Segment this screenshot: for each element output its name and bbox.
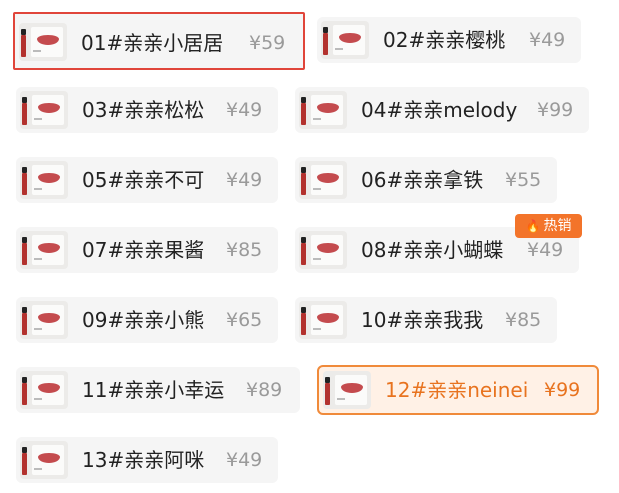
hot-sale-badge: 🔥 热销 bbox=[515, 214, 582, 238]
hot-sale-label: 热销 bbox=[543, 218, 572, 234]
variant-option-06[interactable]: 06#亲亲拿铁 ¥55 bbox=[295, 157, 557, 203]
product-thumbnail bbox=[321, 21, 369, 59]
product-thumbnail bbox=[299, 161, 347, 199]
product-thumbnail bbox=[20, 91, 68, 129]
product-thumbnail bbox=[299, 301, 347, 339]
variant-label: 06#亲亲拿铁 bbox=[361, 168, 484, 192]
variant-option-01[interactable]: 01#亲亲小居居 ¥59 bbox=[13, 12, 305, 70]
flame-icon: 🔥 bbox=[525, 219, 541, 233]
variant-label: 04#亲亲melody bbox=[361, 98, 518, 122]
variant-label: 09#亲亲小熊 bbox=[82, 308, 205, 332]
variant-label: 05#亲亲不可 bbox=[82, 168, 205, 192]
variant-price: ¥89 bbox=[246, 379, 283, 401]
product-thumbnail bbox=[20, 441, 68, 479]
variant-option-09[interactable]: 09#亲亲小熊 ¥65 bbox=[16, 297, 278, 343]
variant-price: ¥49 bbox=[529, 29, 566, 51]
variant-label: 10#亲亲我我 bbox=[361, 308, 484, 332]
variant-price: ¥49 bbox=[226, 99, 263, 121]
variant-price: ¥85 bbox=[505, 309, 542, 331]
variant-option-05[interactable]: 05#亲亲不可 ¥49 bbox=[16, 157, 278, 203]
variant-label: 12#亲亲neinei bbox=[385, 378, 529, 402]
variant-price: ¥99 bbox=[537, 99, 574, 121]
variant-label: 11#亲亲小幸运 bbox=[82, 378, 225, 402]
variant-price: ¥85 bbox=[226, 239, 263, 261]
product-thumbnail bbox=[323, 371, 371, 409]
variant-price: ¥49 bbox=[226, 169, 263, 191]
variant-option-13[interactable]: 13#亲亲阿咪 ¥49 bbox=[16, 437, 278, 483]
variant-price: ¥55 bbox=[505, 169, 542, 191]
product-thumbnail bbox=[299, 91, 347, 129]
product-thumbnail bbox=[299, 231, 347, 269]
variant-price: ¥59 bbox=[249, 32, 286, 54]
variant-option-11[interactable]: 11#亲亲小幸运 ¥89 bbox=[16, 367, 300, 413]
product-thumbnail bbox=[20, 371, 68, 409]
variant-label: 03#亲亲松松 bbox=[82, 98, 205, 122]
variant-option-10[interactable]: 10#亲亲我我 ¥85 bbox=[295, 297, 557, 343]
product-thumbnail bbox=[20, 161, 68, 199]
variant-price: ¥49 bbox=[226, 449, 263, 471]
variant-price: ¥65 bbox=[226, 309, 263, 331]
product-thumbnail bbox=[20, 231, 68, 269]
variant-label: 07#亲亲果酱 bbox=[82, 238, 205, 262]
variant-option-12[interactable]: 12#亲亲neinei ¥99 bbox=[317, 365, 599, 415]
variant-option-02[interactable]: 02#亲亲樱桃 ¥49 bbox=[317, 17, 581, 63]
variant-option-07[interactable]: 07#亲亲果酱 ¥85 bbox=[16, 227, 278, 273]
product-thumbnail bbox=[20, 301, 68, 339]
variant-label: 01#亲亲小居居 bbox=[81, 31, 224, 55]
variant-label: 02#亲亲樱桃 bbox=[383, 28, 506, 52]
variant-label: 13#亲亲阿咪 bbox=[82, 448, 205, 472]
product-thumbnail bbox=[19, 23, 67, 61]
variant-option-03[interactable]: 03#亲亲松松 ¥49 bbox=[16, 87, 278, 133]
variant-option-04[interactable]: 04#亲亲melody ¥99 bbox=[295, 87, 589, 133]
variant-price: ¥99 bbox=[544, 379, 581, 401]
variant-label: 08#亲亲小蝴蝶 bbox=[361, 238, 504, 262]
